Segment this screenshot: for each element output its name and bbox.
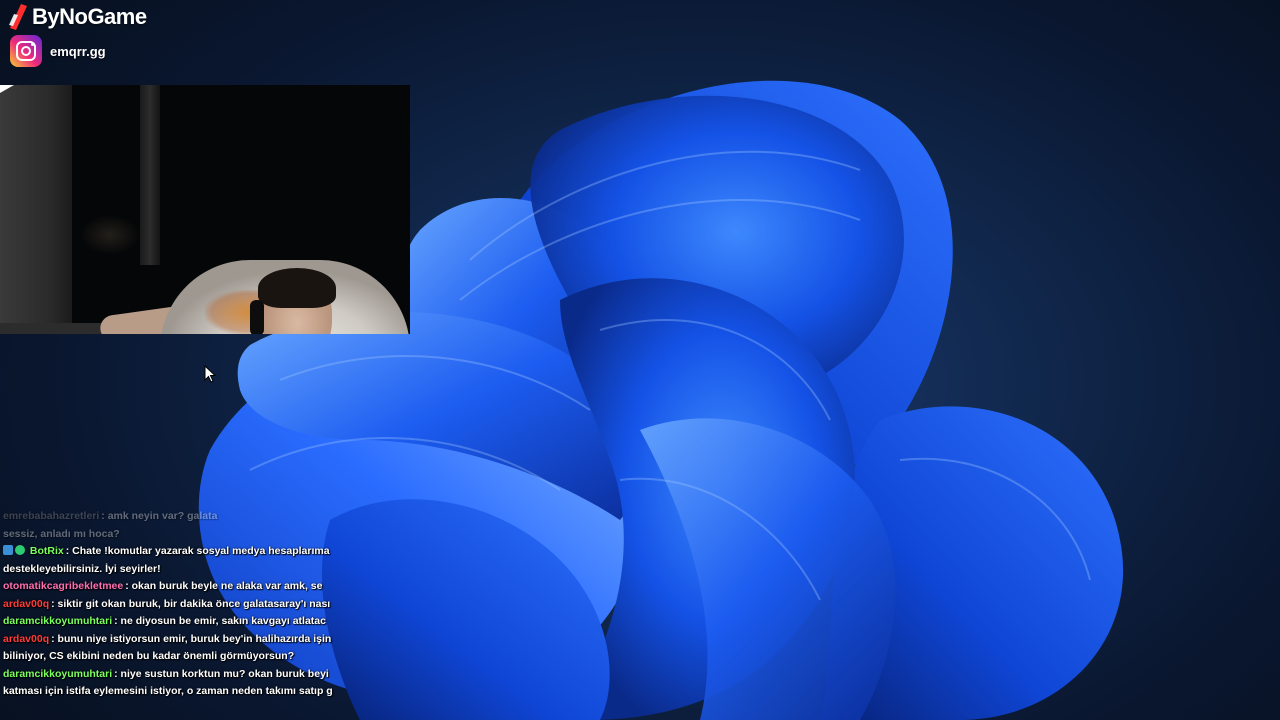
chat-text: : Chate !komutlar yazarak sosyal medya h… <box>65 545 330 557</box>
chat-username: daramcikkoyumuhtari <box>3 615 113 627</box>
instagram-handle: emqrr.gg <box>50 43 106 59</box>
chat-message: ardav00q: bunu niye istiyorsun emir, bur… <box>0 631 340 649</box>
social-handle: emqrr.gg <box>10 35 106 67</box>
chat-message: otomatikcagribekletmee: okan buruk beyle… <box>0 578 340 596</box>
webcam-feed <box>0 85 410 334</box>
chat-username: BotRix <box>29 545 64 557</box>
brand-name: ByNoGame <box>32 4 147 29</box>
brand-slash-icon <box>9 4 27 30</box>
instagram-icon <box>10 35 42 67</box>
chat-text: : bunu niye istiyorsun emir, buruk bey'i… <box>51 632 332 645</box>
chat-username: otomatikcagribekletmee <box>3 580 124 592</box>
chat-message-continuation: sessiz, anladı mı hoca? <box>0 526 340 544</box>
chat-message-continuation: destekleyebilirsiniz. İyi seyirler! <box>0 561 340 579</box>
stream-chat-overlay: emrebabahazretleri: amk neyin var? galat… <box>0 508 340 720</box>
chat-message: BotRix: Chate !komutlar yazarak sosyal m… <box>0 543 340 561</box>
chat-text: : siktir git okan buruk, bir dakika önce… <box>51 597 331 610</box>
chat-username: ardav00q <box>3 632 50 645</box>
chat-message: ardav00q: siktir git okan buruk, bir dak… <box>0 596 340 614</box>
chat-message: daramcikkoyumuhtari: ne diyosun be emir,… <box>0 613 340 631</box>
chat-text: : okan buruk beyle ne alaka var amk, se <box>125 580 323 592</box>
chat-message: emrebabahazretleri: amk neyin var? galat… <box>0 508 340 526</box>
chat-text: : niye sustun korktun mu? okan buruk bey… <box>114 667 329 680</box>
chat-text: katması için istifa eylemesini istiyor, … <box>3 685 333 697</box>
mouse-cursor-icon <box>204 365 216 383</box>
stream-brand-logo: ByNoGame <box>8 2 147 32</box>
chat-text: sessiz, anladı mı hoca? <box>3 527 120 540</box>
chat-username: ardav00q <box>3 597 50 610</box>
bot-badge-icon <box>3 545 13 555</box>
verified-badge-icon <box>15 545 25 555</box>
chat-text: : ne diyosun be emir, sakın kavgayı atla… <box>114 615 326 627</box>
chat-text: : amk neyin var? galata <box>101 510 218 522</box>
chat-message-continuation: katması için istifa eylemesini istiyor, … <box>0 683 340 701</box>
chat-username: daramcikkoyumuhtari <box>3 667 113 680</box>
chat-message-continuation: biliniyor, CS ekibini neden bu kadar öne… <box>0 648 340 666</box>
chat-username: emrebabahazretleri <box>3 510 100 522</box>
chat-text: biliniyor, CS ekibini neden bu kadar öne… <box>3 650 295 662</box>
chat-text: destekleyebilirsiniz. İyi seyirler! <box>3 562 161 575</box>
chat-message: daramcikkoyumuhtari: niye sustun korktun… <box>0 666 340 684</box>
